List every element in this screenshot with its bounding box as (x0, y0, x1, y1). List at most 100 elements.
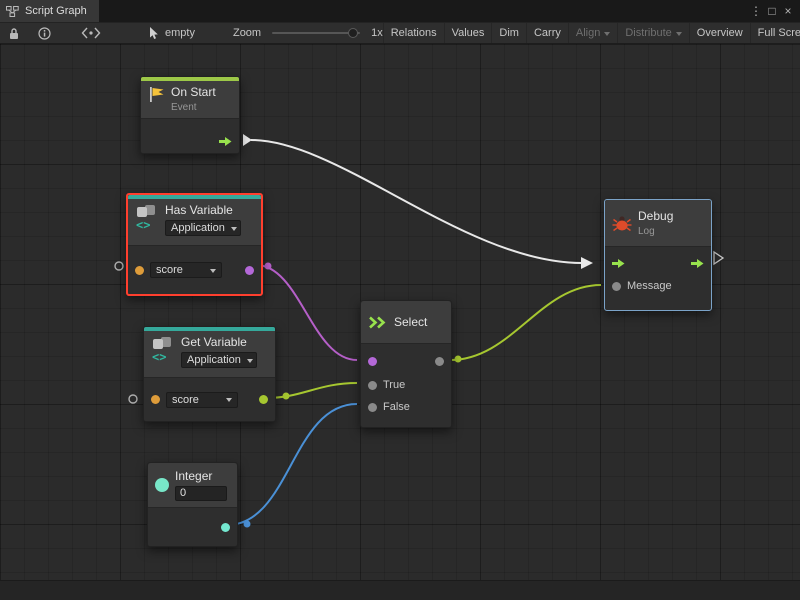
integer-icon (155, 478, 169, 492)
tab-label: Script Graph (25, 5, 87, 17)
wire-integer-to-select[interactable] (227, 404, 357, 525)
node-on-start[interactable]: On Start Event (140, 76, 240, 154)
graph-canvas[interactable]: On Start Event <> Has Variable (0, 44, 800, 600)
bug-icon (612, 215, 632, 232)
true-input-port[interactable] (368, 381, 377, 390)
wire-arrowhead-icon (581, 257, 593, 269)
unity-script-graph-window: Script Graph ⋮ □ × (0, 0, 800, 600)
node-has-variable[interactable]: <> Has Variable Application score (126, 193, 263, 296)
canvas-bottom-strip (0, 580, 800, 600)
wire-endpoint-dot (244, 521, 251, 528)
selection-output-port[interactable] (435, 357, 444, 366)
dropdown-value: score (172, 394, 199, 406)
align-button[interactable]: Align (568, 23, 617, 43)
getvariable-target-port[interactable] (129, 395, 137, 403)
maximize-icon[interactable]: □ (764, 4, 780, 18)
chevron-down-icon (231, 227, 237, 231)
dim-button[interactable]: Dim (491, 23, 526, 43)
dropdown-value: Application (187, 354, 241, 366)
hasvariable-target-port[interactable] (115, 262, 123, 270)
relations-button[interactable]: Relations (383, 23, 444, 43)
message-input-port[interactable] (612, 282, 621, 291)
button-label: Align (576, 27, 600, 39)
tab-script-graph[interactable]: Script Graph (0, 0, 99, 22)
selection-label: empty (165, 27, 195, 39)
svg-text:<>: <> (152, 350, 166, 362)
exit-output-port[interactable] (691, 258, 704, 269)
select-icon (368, 316, 388, 329)
node-title: Select (394, 316, 427, 329)
dropdown-value: score (156, 264, 183, 276)
distribute-button[interactable]: Distribute (617, 23, 688, 43)
node-subtitle: Log (638, 226, 673, 237)
button-label: Carry (534, 27, 561, 39)
window-menu-icon[interactable]: ⋮ (748, 4, 764, 18)
zoom-value: 1x (371, 27, 383, 39)
zoom-slider[interactable] (272, 32, 360, 34)
wire-onstart-to-debuglog[interactable] (251, 140, 582, 263)
button-label: Distribute (625, 27, 671, 39)
node-get-variable[interactable]: <> Get Variable Application score (143, 326, 276, 422)
enter-input-port[interactable] (612, 258, 625, 269)
false-input-port[interactable] (368, 403, 377, 412)
debuglog-continue-arrow[interactable] (714, 252, 723, 264)
variable-name-dropdown[interactable]: score (150, 262, 222, 278)
titlebar: Script Graph ⋮ □ × (0, 0, 800, 22)
button-label: Values (452, 27, 485, 39)
node-title: On Start (171, 86, 216, 99)
zoom-slider-knob[interactable] (348, 28, 358, 38)
wire-endpoint-dot (455, 356, 462, 363)
name-input-port[interactable] (135, 266, 144, 275)
chevron-down-icon (247, 359, 253, 363)
button-label: Dim (499, 27, 519, 39)
close-icon[interactable]: × (780, 4, 796, 18)
result-output-port[interactable] (245, 266, 254, 275)
variables-icon: <> (135, 204, 159, 230)
variable-scope-dropdown[interactable]: Application (181, 352, 257, 368)
integer-value-field[interactable] (175, 486, 227, 501)
overview-button[interactable]: Overview (689, 23, 750, 43)
node-title: Integer (175, 470, 227, 483)
variables-icon: <> (151, 336, 175, 362)
port-label: True (383, 379, 405, 391)
values-button[interactable]: Values (444, 23, 492, 43)
node-subtitle: Event (171, 102, 216, 113)
info-icon[interactable] (32, 23, 57, 43)
svg-text:<>: <> (136, 218, 150, 230)
node-integer[interactable]: Integer (147, 462, 238, 547)
dropdown-value: Application (171, 222, 225, 234)
chevron-down-icon (210, 269, 216, 273)
carry-button[interactable]: Carry (526, 23, 568, 43)
lock-icon[interactable] (2, 23, 26, 43)
code-graph-icon[interactable] (75, 23, 107, 43)
chevron-down-icon (676, 32, 682, 36)
zoom-label: Zoom (233, 27, 261, 39)
onstart-continue-arrow[interactable] (243, 134, 252, 146)
port-label: Message (627, 280, 672, 292)
script-graph-icon (6, 6, 19, 17)
cursor-icon (149, 27, 160, 40)
name-input-port[interactable] (151, 395, 160, 404)
wire-endpoint-dot (283, 393, 290, 400)
condition-input-port[interactable] (368, 357, 377, 366)
node-select[interactable]: Select True False (360, 300, 452, 428)
button-label: Overview (697, 27, 743, 39)
node-title: Has Variable (165, 204, 241, 217)
chevron-down-icon (604, 32, 610, 36)
button-label: Relations (391, 27, 437, 39)
node-debug-log[interactable]: Debug Log Message (604, 199, 712, 311)
wire-select-to-debuglog[interactable] (450, 285, 601, 360)
value-output-port[interactable] (259, 395, 268, 404)
integer-output-port[interactable] (221, 523, 230, 532)
window-controls: ⋮ □ × (748, 4, 800, 18)
trigger-output-port[interactable] (219, 136, 232, 147)
node-title: Debug (638, 210, 673, 223)
toolbar-buttons: Relations Values Dim Carry Align Distrib… (383, 23, 800, 43)
variable-scope-dropdown[interactable]: Application (165, 220, 241, 236)
fullscreen-button[interactable]: Full Screen (750, 23, 800, 43)
wire-getvariable-to-select[interactable] (266, 383, 357, 398)
button-label: Full Screen (758, 27, 800, 39)
graph-toolbar: empty Zoom 1x Relations Values Dim Carry… (0, 22, 800, 44)
variable-name-dropdown[interactable]: score (166, 392, 238, 408)
zoom-control: Zoom 1x (233, 27, 383, 39)
